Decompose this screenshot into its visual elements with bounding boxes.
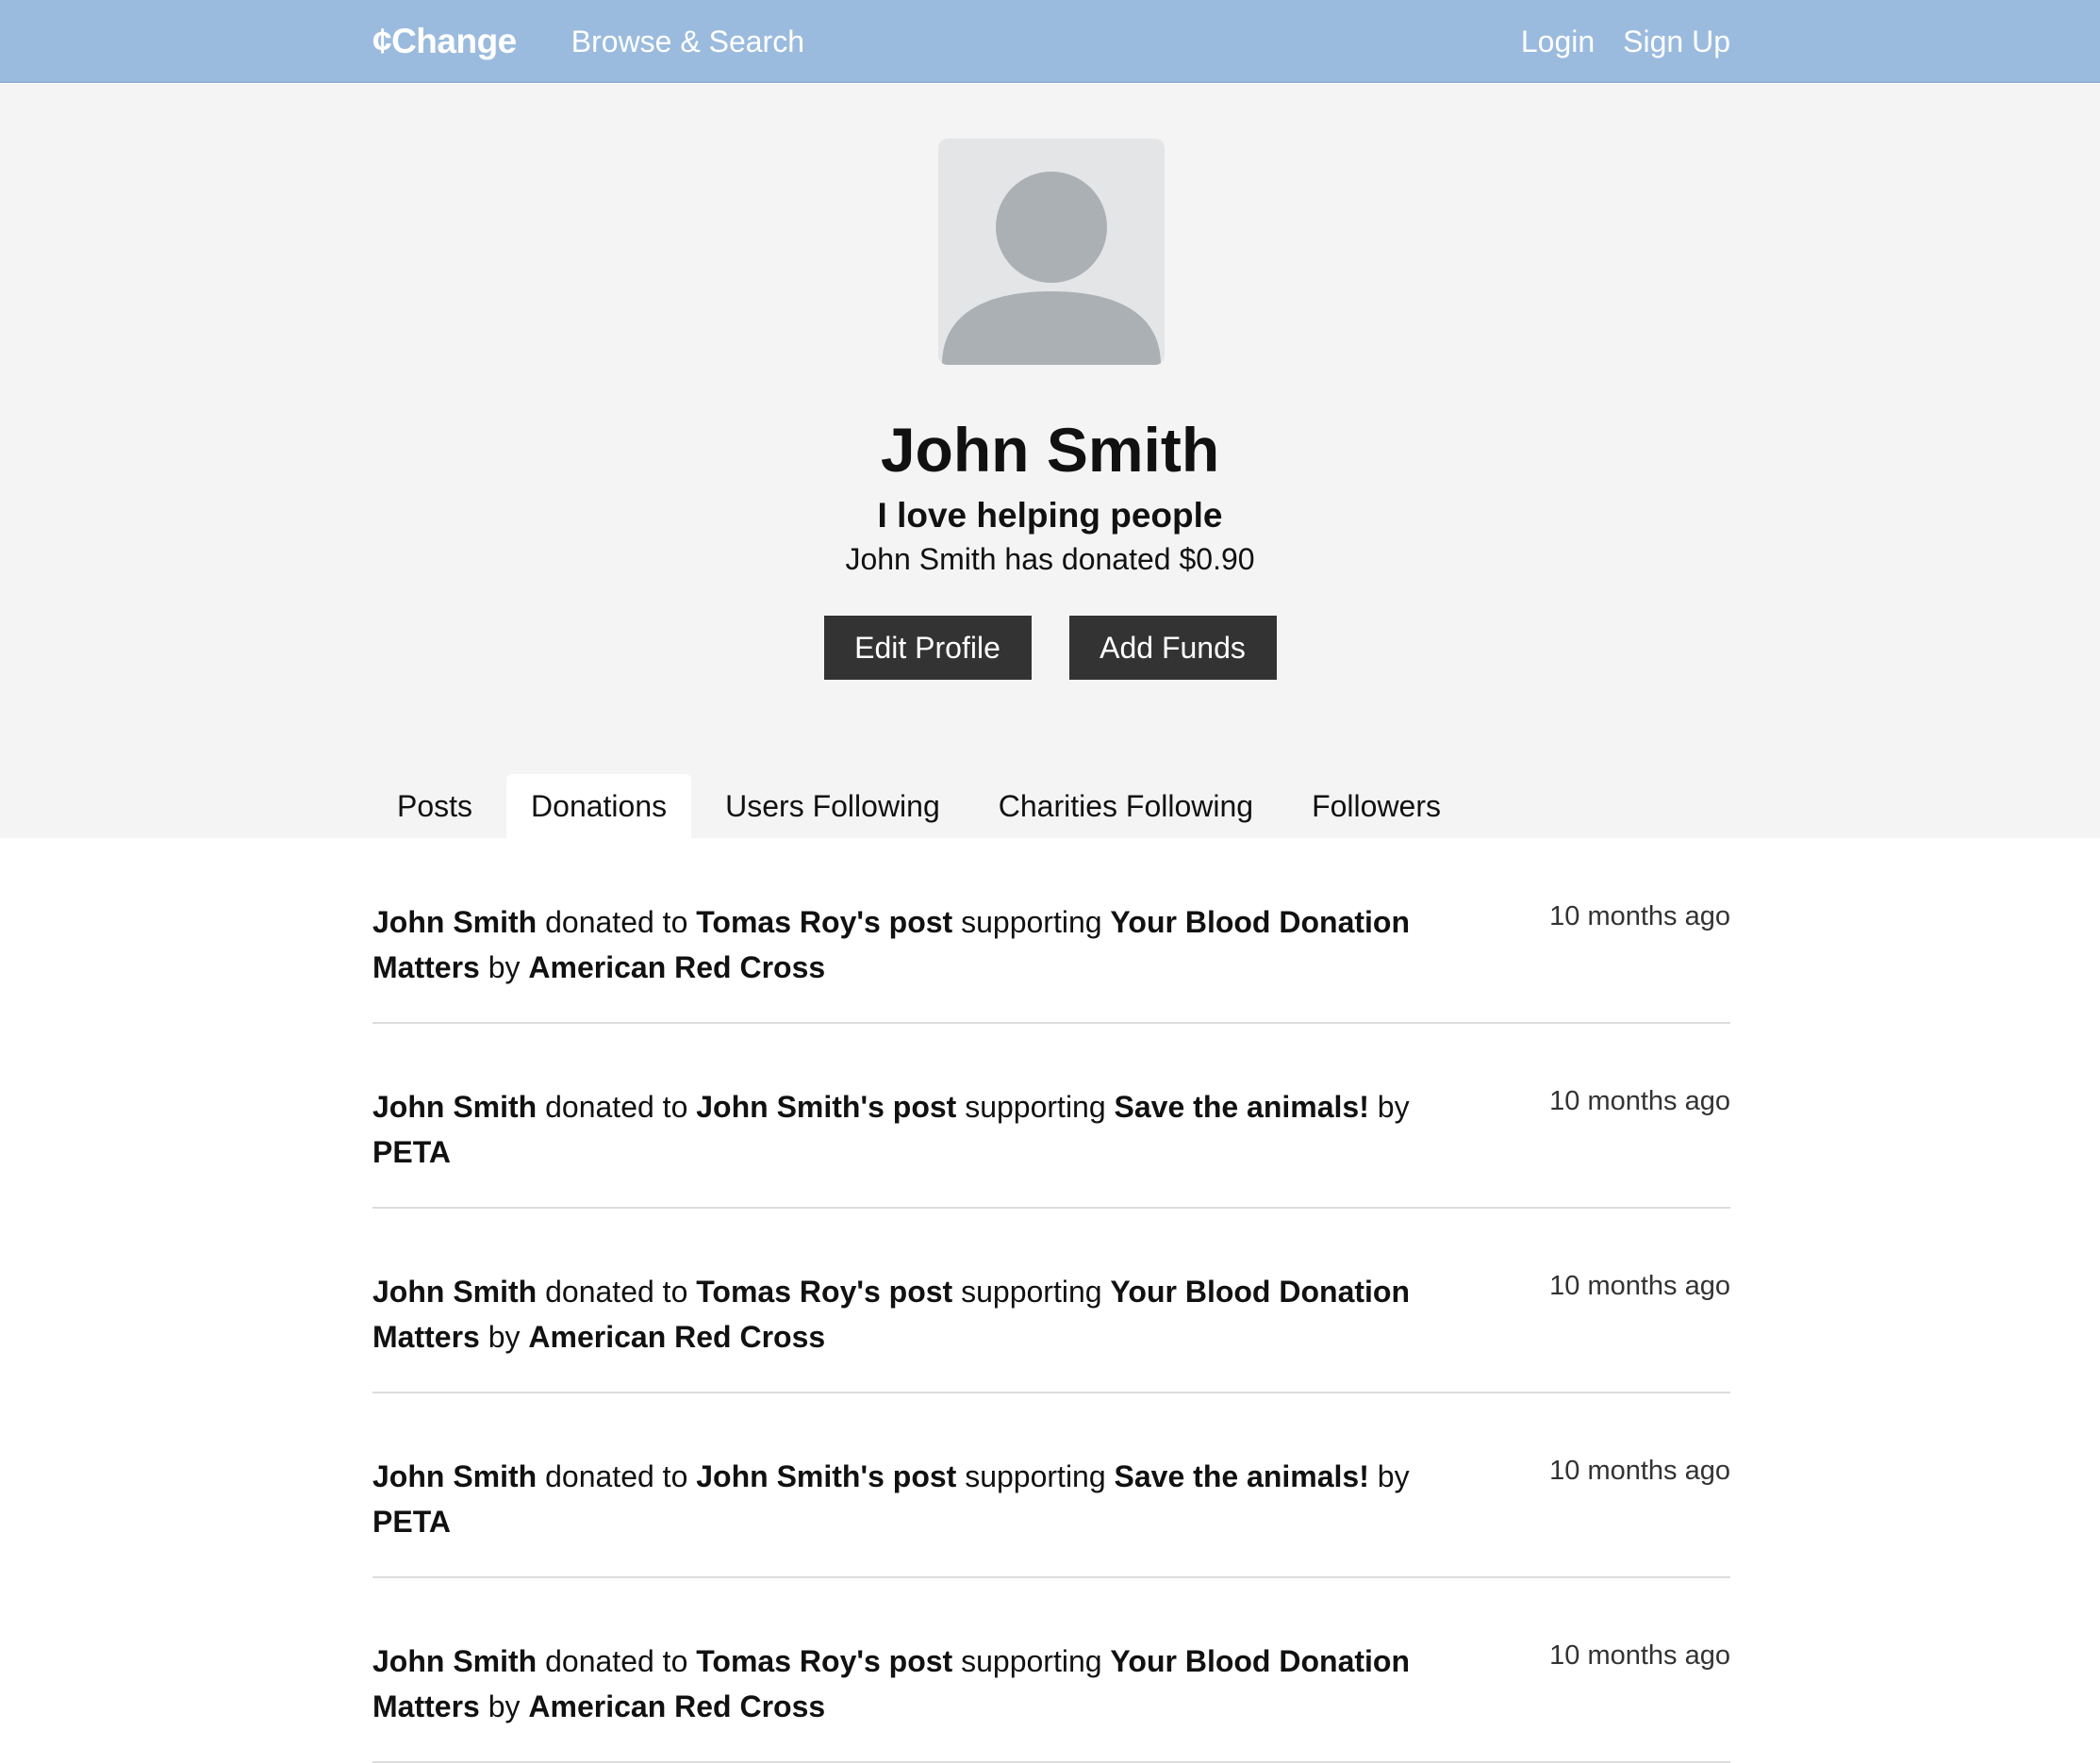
navbar: ¢Change Browse & Search Login Sign Up	[0, 0, 2100, 83]
list-item: John Smith donated to Tomas Roy's post s…	[372, 1209, 1730, 1393]
tab-followers[interactable]: Followers	[1287, 774, 1465, 838]
timestamp: 10 months ago	[1549, 1271, 1730, 1301]
donation-text: John Smith donated to John Smith's post …	[372, 1084, 1495, 1175]
list-item: John Smith donated to Tomas Roy's post s…	[372, 839, 1730, 1024]
text-supporting: supporting	[965, 1459, 1106, 1493]
campaign-link[interactable]: Save the animals!	[1115, 1459, 1369, 1493]
donations-feed: John Smith donated to Tomas Roy's post s…	[372, 839, 1730, 1763]
list-item: John Smith donated to Tomas Roy's post s…	[372, 1578, 1730, 1763]
text-by: by	[1377, 1090, 1410, 1124]
text-by: by	[488, 1320, 521, 1354]
post-link[interactable]: Tomas Roy's post	[696, 1644, 952, 1678]
donor-link[interactable]: John Smith	[372, 1459, 537, 1493]
donation-text: John Smith donated to Tomas Roy's post s…	[372, 1269, 1495, 1359]
default-user-icon	[942, 172, 1161, 365]
text-supporting: supporting	[961, 1275, 1102, 1309]
profile-name: John Smith	[880, 415, 1220, 485]
text-by: by	[488, 950, 521, 984]
donation-total: John Smith has donated $0.90	[845, 542, 1255, 576]
charity-link[interactable]: PETA	[372, 1135, 451, 1169]
post-link[interactable]: John Smith's post	[696, 1090, 956, 1124]
post-link[interactable]: Tomas Roy's post	[696, 905, 952, 939]
post-link[interactable]: Tomas Roy's post	[696, 1275, 952, 1309]
text-supporting: supporting	[965, 1090, 1106, 1124]
donor-link[interactable]: John Smith	[372, 1644, 537, 1678]
charity-link[interactable]: American Red Cross	[528, 1689, 825, 1723]
text-supporting: supporting	[961, 1644, 1102, 1678]
charity-link[interactable]: American Red Cross	[528, 950, 825, 984]
tab-posts[interactable]: Posts	[372, 774, 497, 838]
text-supporting: supporting	[961, 905, 1102, 939]
post-link[interactable]: John Smith's post	[696, 1459, 956, 1493]
timestamp: 10 months ago	[1549, 1086, 1730, 1116]
donation-text: John Smith donated to John Smith's post …	[372, 1454, 1495, 1544]
edit-profile-button[interactable]: Edit Profile	[823, 616, 1032, 680]
timestamp: 10 months ago	[1549, 1456, 1730, 1486]
text-donated-to: donated to	[545, 1090, 688, 1124]
timestamp: 10 months ago	[1549, 1640, 1730, 1671]
add-funds-button[interactable]: Add Funds	[1068, 616, 1277, 680]
profile-bio: I love helping people	[877, 496, 1223, 535]
tab-donations[interactable]: Donations	[506, 774, 692, 838]
donation-text: John Smith donated to Tomas Roy's post s…	[372, 1639, 1495, 1729]
profile-header: John Smith I love helping people John Sm…	[0, 84, 2100, 838]
avatar	[938, 139, 1165, 365]
brand-logo-link[interactable]: ¢Change	[372, 22, 517, 61]
browse-search-link[interactable]: Browse & Search	[571, 25, 804, 59]
campaign-link[interactable]: Save the animals!	[1115, 1090, 1369, 1124]
timestamp: 10 months ago	[1549, 901, 1730, 931]
donor-link[interactable]: John Smith	[372, 1090, 537, 1124]
profile-actions: Edit Profile Add Funds	[0, 616, 2100, 680]
tab-charities-following[interactable]: Charities Following	[974, 774, 1278, 838]
login-link[interactable]: Login	[1521, 25, 1595, 59]
donation-text: John Smith donated to Tomas Roy's post s…	[372, 899, 1495, 990]
signup-link[interactable]: Sign Up	[1623, 25, 1730, 59]
text-donated-to: donated to	[545, 1459, 688, 1493]
profile-tabs: Posts Donations Users Following Charitie…	[372, 774, 1475, 838]
tab-users-following[interactable]: Users Following	[701, 774, 965, 838]
text-donated-to: donated to	[545, 905, 688, 939]
donor-link[interactable]: John Smith	[372, 1275, 537, 1309]
charity-link[interactable]: American Red Cross	[528, 1320, 825, 1354]
text-donated-to: donated to	[545, 1644, 688, 1678]
list-item: John Smith donated to John Smith's post …	[372, 1393, 1730, 1578]
text-by: by	[1377, 1459, 1410, 1493]
list-item: John Smith donated to John Smith's post …	[372, 1024, 1730, 1209]
charity-link[interactable]: PETA	[372, 1505, 451, 1539]
text-by: by	[488, 1689, 521, 1723]
navbar-inner: ¢Change Browse & Search Login Sign Up	[372, 0, 1730, 83]
text-donated-to: donated to	[545, 1275, 688, 1309]
donor-link[interactable]: John Smith	[372, 905, 537, 939]
